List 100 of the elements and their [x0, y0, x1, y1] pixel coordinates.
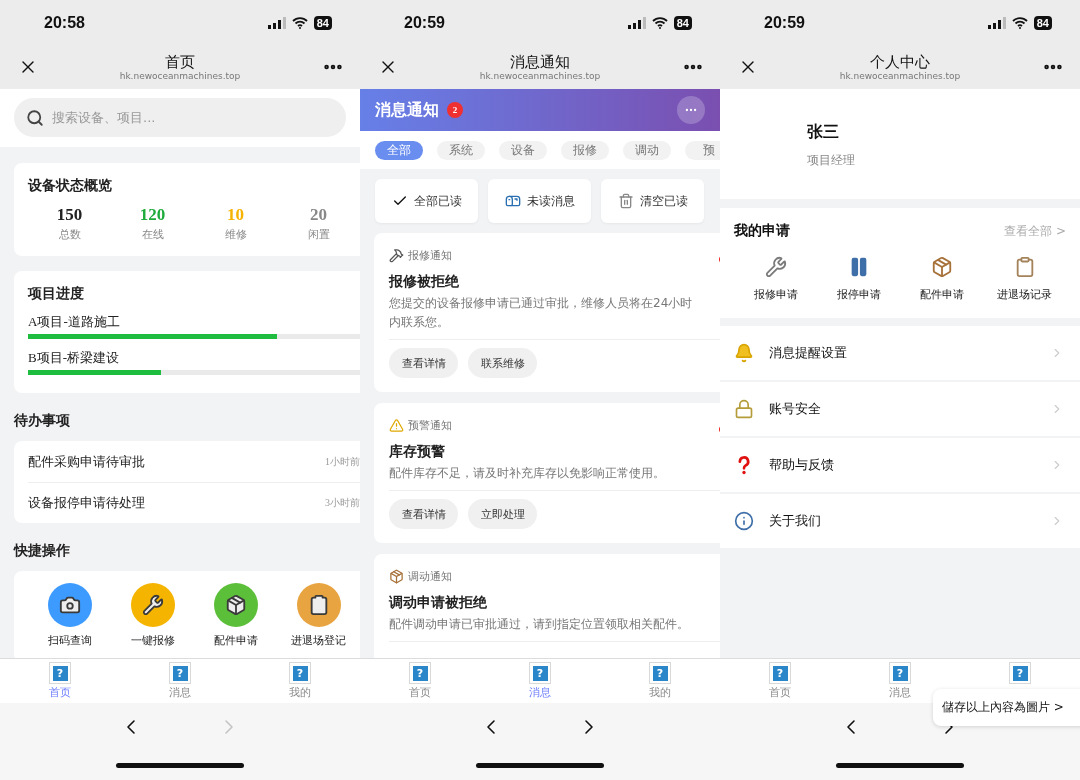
stat-value: 150 [56, 205, 83, 225]
action-button[interactable]: 清空已读 [601, 179, 704, 223]
tab-label: 消息 [889, 686, 911, 699]
page-title: 消息通知 [510, 52, 570, 71]
bell-icon [734, 343, 754, 363]
filter-tab[interactable]: 预 [685, 140, 720, 160]
filter-tab[interactable]: 报修 [561, 140, 609, 160]
hammer-icon [389, 248, 404, 263]
todo-text[interactable]: 配件采购申请待审批 [28, 452, 145, 471]
shortcut-button[interactable]: 一键报修 [111, 583, 194, 648]
status-time: 20:58 [44, 13, 85, 32]
broken-image-icon: ? [1009, 662, 1031, 684]
user-role: 项目经理 [807, 152, 856, 169]
todo-time: 1小时前 [325, 454, 360, 469]
tab-item[interactable]: ? 消息 [120, 659, 240, 703]
application-button[interactable]: 报修申请 [734, 256, 817, 302]
application-button[interactable]: 配件申请 [900, 256, 983, 302]
action-button[interactable]: 全部已读 [375, 179, 478, 223]
action-button[interactable]: 未读消息 [488, 179, 591, 223]
filter-tab[interactable]: 调动 [623, 140, 671, 160]
menu-item[interactable]: 账号安全 [720, 382, 1080, 436]
tab-item[interactable]: ? 我的 [240, 659, 360, 703]
broken-image-icon: ? [49, 662, 71, 684]
broken-image-icon: ? [769, 662, 791, 684]
package-icon [930, 256, 953, 278]
message-text: 配件库存不足，请及时补充库存以免影响正常使用。 [389, 465, 666, 482]
warning-icon [389, 418, 404, 433]
broken-image-icon: ? [889, 662, 911, 684]
message-button[interactable]: 查看详情 [389, 499, 458, 529]
tab-label: 首页 [49, 686, 71, 699]
wifi-icon [651, 16, 668, 29]
card-title: 项目进度 [28, 285, 85, 303]
tab-label: 首页 [409, 686, 431, 699]
status-time: 20:59 [764, 13, 805, 32]
message-title: 库存预警 [389, 443, 446, 461]
message-category: 报修通知 [408, 248, 452, 263]
tab-label: 消息 [169, 686, 191, 699]
tab-label: 消息 [529, 686, 551, 699]
filter-tab[interactable]: 设备 [499, 140, 547, 160]
unread-count-badge: 2 [447, 102, 463, 118]
broken-image-icon: ? [169, 662, 191, 684]
lock-icon [734, 399, 754, 419]
signal-icon [267, 16, 286, 29]
shortcut-button[interactable]: 进退场登记 [277, 583, 360, 648]
message-button[interactable]: 查看详情 [389, 348, 458, 378]
tab-item[interactable]: ? 我的 [600, 659, 720, 703]
menu-item[interactable]: 关于我们 [720, 494, 1080, 548]
application-button[interactable]: 进退场记录 [983, 256, 1066, 302]
project-name: A项目-道路施工 [28, 313, 121, 331]
message-button[interactable]: 联系维修 [468, 348, 537, 378]
stat-label: 闲置 [307, 227, 330, 242]
message-category: 调动通知 [408, 569, 452, 584]
page-url: hk.newoceanmachines.top [119, 70, 241, 82]
signal-icon [627, 16, 646, 29]
tab-item[interactable]: ? 首页 [720, 659, 840, 703]
todo-time: 3小时前 [325, 496, 360, 510]
broken-image-icon: ? [649, 662, 671, 684]
message-category: 预警通知 [408, 418, 452, 433]
wifi-icon [291, 16, 308, 29]
page-title: 首页 [165, 52, 195, 71]
page-url: hk.newoceanmachines.top [479, 70, 601, 82]
search-field[interactable]: 搜索设备、项目... [14, 98, 346, 137]
search-icon [26, 109, 44, 127]
package-icon [389, 569, 404, 584]
message-text: 您提交的设备报修申请已通过审批，维修人员将在24小时内联系您。 [389, 295, 694, 331]
page-title: 个人中心 [870, 52, 930, 71]
battery-level: 84 [313, 15, 332, 30]
tab-label: 我的 [289, 686, 311, 699]
broken-image-icon: ? [529, 662, 551, 684]
broken-image-icon: ? [409, 662, 431, 684]
stat-label: 总数 [58, 227, 81, 242]
todo-text[interactable]: 设备报停申请待处理 [28, 494, 145, 512]
tab-item[interactable]: ? 首页 [360, 659, 480, 703]
save-as-image-menu[interactable]: 儲存以上內容為圖片 > [933, 689, 1080, 726]
broken-image-icon: ? [289, 662, 311, 684]
section-title: 快捷操作 [14, 542, 71, 560]
tab-item[interactable]: ? 首页 [0, 659, 120, 703]
user-name: 张三 [807, 122, 840, 143]
battery-level: 84 [673, 15, 692, 30]
card-title: 设备状态概览 [28, 177, 113, 195]
package-icon [224, 594, 247, 616]
application-button[interactable]: 报停申请 [817, 256, 900, 302]
mailbox-icon [504, 193, 521, 209]
message-text: 配件调动申请已审批通过，请到指定位置领取相关配件。 [389, 616, 690, 633]
wrench-icon [141, 594, 164, 616]
info-icon [734, 511, 754, 531]
stat-value: 10 [227, 205, 244, 225]
signal-icon [987, 16, 1006, 29]
wrench-icon [764, 256, 787, 278]
shortcut-button[interactable]: 配件申请 [194, 583, 277, 648]
filter-tab[interactable]: 系统 [437, 140, 485, 160]
project-name: B项目-桥梁建设 [28, 349, 120, 367]
message-title: 调动申请被拒绝 [389, 594, 488, 612]
section-title: 待办事项 [14, 412, 71, 430]
menu-item[interactable]: 帮助与反馈 [720, 438, 1080, 492]
header-title: 消息通知 [375, 99, 439, 121]
menu-item[interactable]: 消息提醒设置 [720, 326, 1080, 380]
tab-item[interactable]: ? 消息 [480, 659, 600, 703]
shortcut-button[interactable]: 扫码查询 [28, 583, 111, 648]
message-button[interactable]: 立即处理 [468, 499, 537, 529]
